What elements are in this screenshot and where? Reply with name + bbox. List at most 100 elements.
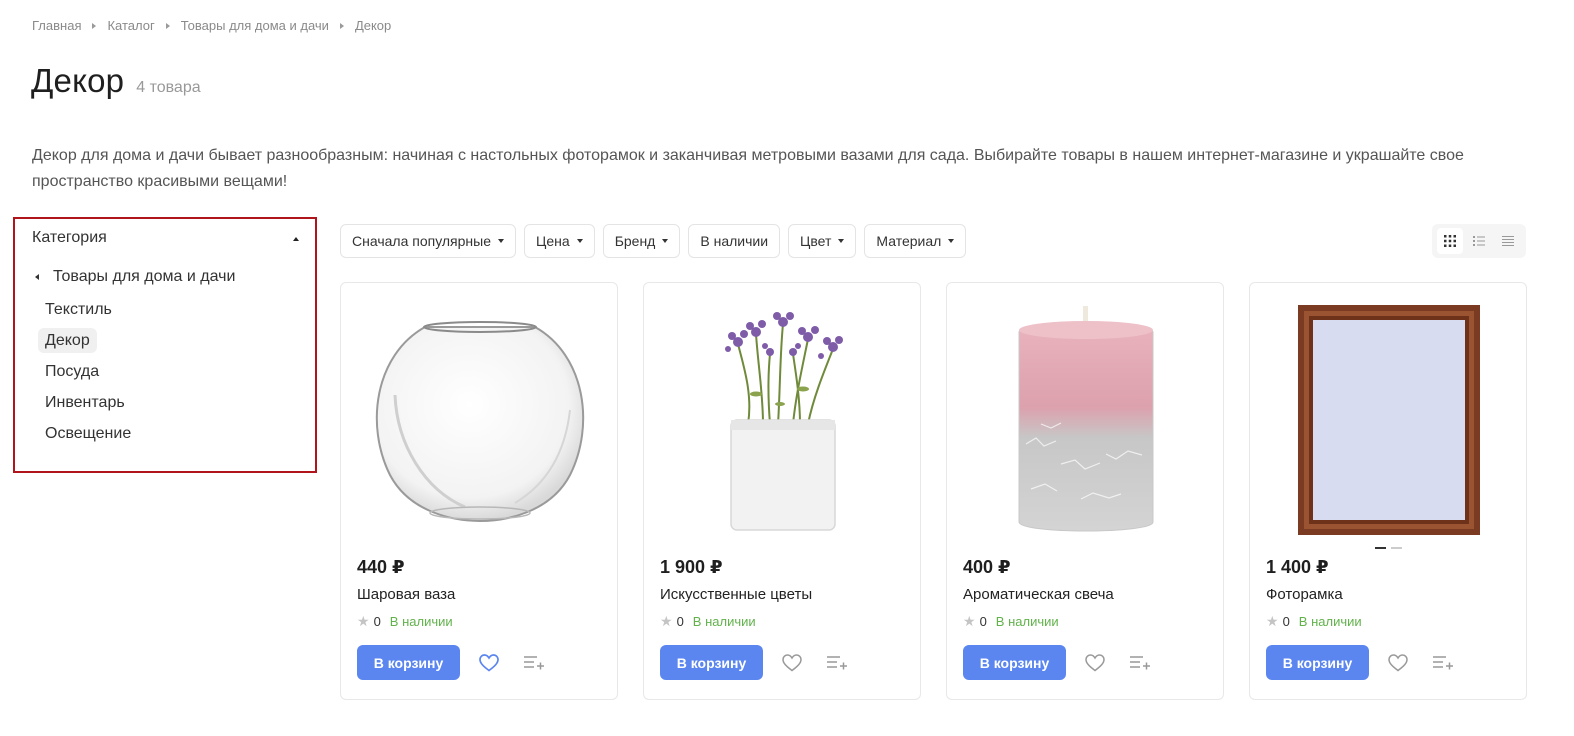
- card-actions: В корзину: [660, 645, 849, 680]
- caret-down-icon: [576, 239, 583, 243]
- title-row: Декор 4 товара: [31, 62, 201, 100]
- rating-value: 0: [979, 614, 987, 629]
- star-icon: ★: [963, 613, 976, 629]
- rating-value: 0: [373, 614, 381, 629]
- caret-down-icon: [498, 239, 505, 243]
- breadcrumb-separator-icon: [339, 22, 344, 29]
- back-arrow-icon: [35, 274, 39, 280]
- product-price: 1 900 ₽: [660, 557, 723, 577]
- add-to-cart-button[interactable]: В корзину: [660, 645, 763, 680]
- product-card: 1 900 ₽ Искусственные цветы ★ 0 В наличи…: [643, 282, 921, 700]
- filter-label: Цвет: [800, 233, 832, 249]
- rating-value: 0: [1282, 614, 1290, 629]
- product-count: 4 товара: [136, 79, 201, 96]
- view-mode-switch: [1432, 224, 1526, 258]
- page-title: Декор: [31, 62, 125, 99]
- stock-status: В наличии: [1298, 614, 1362, 629]
- brand-filter[interactable]: Бренд: [602, 224, 681, 258]
- breadcrumb-separator-icon: [92, 22, 97, 29]
- breadcrumb-catalog[interactable]: Каталог: [107, 18, 154, 33]
- compare-button[interactable]: [1128, 652, 1152, 674]
- material-filter[interactable]: Материал: [864, 224, 967, 258]
- product-image[interactable]: [963, 297, 1209, 543]
- caret-down-icon: [948, 239, 955, 243]
- subcategory-textile[interactable]: Текстиль: [38, 299, 138, 330]
- sort-dropdown[interactable]: Сначала популярные: [340, 224, 517, 258]
- subcategory-label: Текстиль: [45, 301, 112, 318]
- compare-button[interactable]: [825, 652, 849, 674]
- pagination-dot[interactable]: [1375, 547, 1386, 549]
- color-filter[interactable]: Цвет: [788, 224, 857, 258]
- product-image[interactable]: [1266, 297, 1512, 543]
- add-to-cart-button[interactable]: В корзину: [1266, 645, 1369, 680]
- card-actions: В корзину: [963, 645, 1152, 680]
- subcategory-tools[interactable]: Инвентарь: [38, 392, 138, 423]
- compare-list-icon: [827, 655, 847, 669]
- parent-category-link[interactable]: Товары для дома и дачи: [35, 268, 235, 286]
- in-stock-filter[interactable]: В наличии: [688, 224, 781, 258]
- filter-label: Цена: [536, 233, 570, 249]
- breadcrumb-home[interactable]: Главная: [32, 18, 81, 33]
- grid-view-button[interactable]: [1436, 228, 1463, 254]
- list-view-icon: [1472, 236, 1485, 246]
- filter-bar: Сначала популярные Цена Бренд В наличии …: [340, 224, 974, 258]
- compare-list-icon: [1433, 655, 1453, 669]
- heart-icon: [1085, 653, 1105, 671]
- compact-list-button[interactable]: [1495, 228, 1521, 254]
- category-heading: Категория: [32, 229, 107, 246]
- subcategory-label: Освещение: [45, 425, 132, 442]
- product-card: 440 ₽ Шаровая ваза ★ 0 В наличии В корзи…: [340, 282, 618, 700]
- product-image[interactable]: [660, 297, 906, 543]
- star-icon: ★: [660, 613, 673, 629]
- favorite-button[interactable]: [1084, 652, 1106, 674]
- collapse-caret-icon[interactable]: [293, 237, 299, 241]
- heart-icon: [782, 653, 802, 671]
- star-icon: ★: [1266, 613, 1279, 629]
- photo-frame-icon: [1298, 305, 1480, 535]
- price-filter[interactable]: Цена: [524, 224, 595, 258]
- parent-category-label: Товары для дома и дачи: [53, 268, 236, 285]
- filter-label: Сначала популярные: [352, 233, 492, 249]
- product-name[interactable]: Искусственные цветы: [660, 586, 812, 603]
- stock-status: В наличии: [692, 614, 756, 629]
- stock-status: В наличии: [389, 614, 453, 629]
- filter-label: Бренд: [614, 233, 656, 249]
- add-to-cart-button[interactable]: В корзину: [357, 645, 460, 680]
- breadcrumb-home-garden[interactable]: Товары для дома и дачи: [181, 18, 329, 33]
- image-pagination: [1375, 547, 1407, 549]
- subcategory-lighting[interactable]: Освещение: [38, 423, 138, 454]
- category-filter-panel: Категория Товары для дома и дачи Текстил…: [13, 217, 317, 473]
- product-name[interactable]: Ароматическая свеча: [963, 586, 1114, 603]
- breadcrumb-current: Декор: [354, 18, 392, 33]
- list-view-button[interactable]: [1466, 228, 1492, 254]
- card-actions: В корзину: [1266, 645, 1455, 680]
- compare-button[interactable]: [522, 652, 546, 674]
- product-price: 1 400 ₽: [1266, 557, 1329, 577]
- product-grid: 440 ₽ Шаровая ваза ★ 0 В наличии В корзи…: [340, 282, 1527, 700]
- compare-list-icon: [1130, 655, 1150, 669]
- add-to-cart-button[interactable]: В корзину: [963, 645, 1066, 680]
- breadcrumb: Главная Каталог Товары для дома и дачи Д…: [32, 18, 391, 33]
- product-image[interactable]: [357, 297, 603, 543]
- favorite-button[interactable]: [478, 652, 500, 674]
- product-name[interactable]: Шаровая ваза: [357, 586, 455, 603]
- product-name[interactable]: Фоторамка: [1266, 586, 1343, 603]
- product-meta: ★ 0 В наличии: [963, 613, 1059, 630]
- pagination-dot[interactable]: [1391, 547, 1402, 549]
- candle-icon: [1018, 306, 1154, 532]
- product-card: 1 400 ₽ Фоторамка ★ 0 В наличии В корзин…: [1249, 282, 1527, 700]
- favorite-button[interactable]: [1387, 652, 1409, 674]
- product-meta: ★ 0 В наличии: [660, 613, 756, 630]
- product-meta: ★ 0 В наличии: [357, 613, 453, 630]
- subcategory-label: Посуда: [45, 363, 100, 380]
- favorite-button[interactable]: [781, 652, 803, 674]
- subcategory-dishes[interactable]: Посуда: [38, 361, 138, 392]
- glass-vase-icon: [375, 321, 585, 523]
- subcategory-decor[interactable]: Декор: [38, 328, 138, 361]
- filter-label: В наличии: [700, 233, 769, 249]
- caret-down-icon: [662, 239, 669, 243]
- compare-button[interactable]: [1431, 652, 1455, 674]
- subcategory-label: Инвентарь: [45, 394, 125, 411]
- subcategory-label: Декор: [38, 328, 97, 353]
- grid-view-icon: [1443, 235, 1456, 247]
